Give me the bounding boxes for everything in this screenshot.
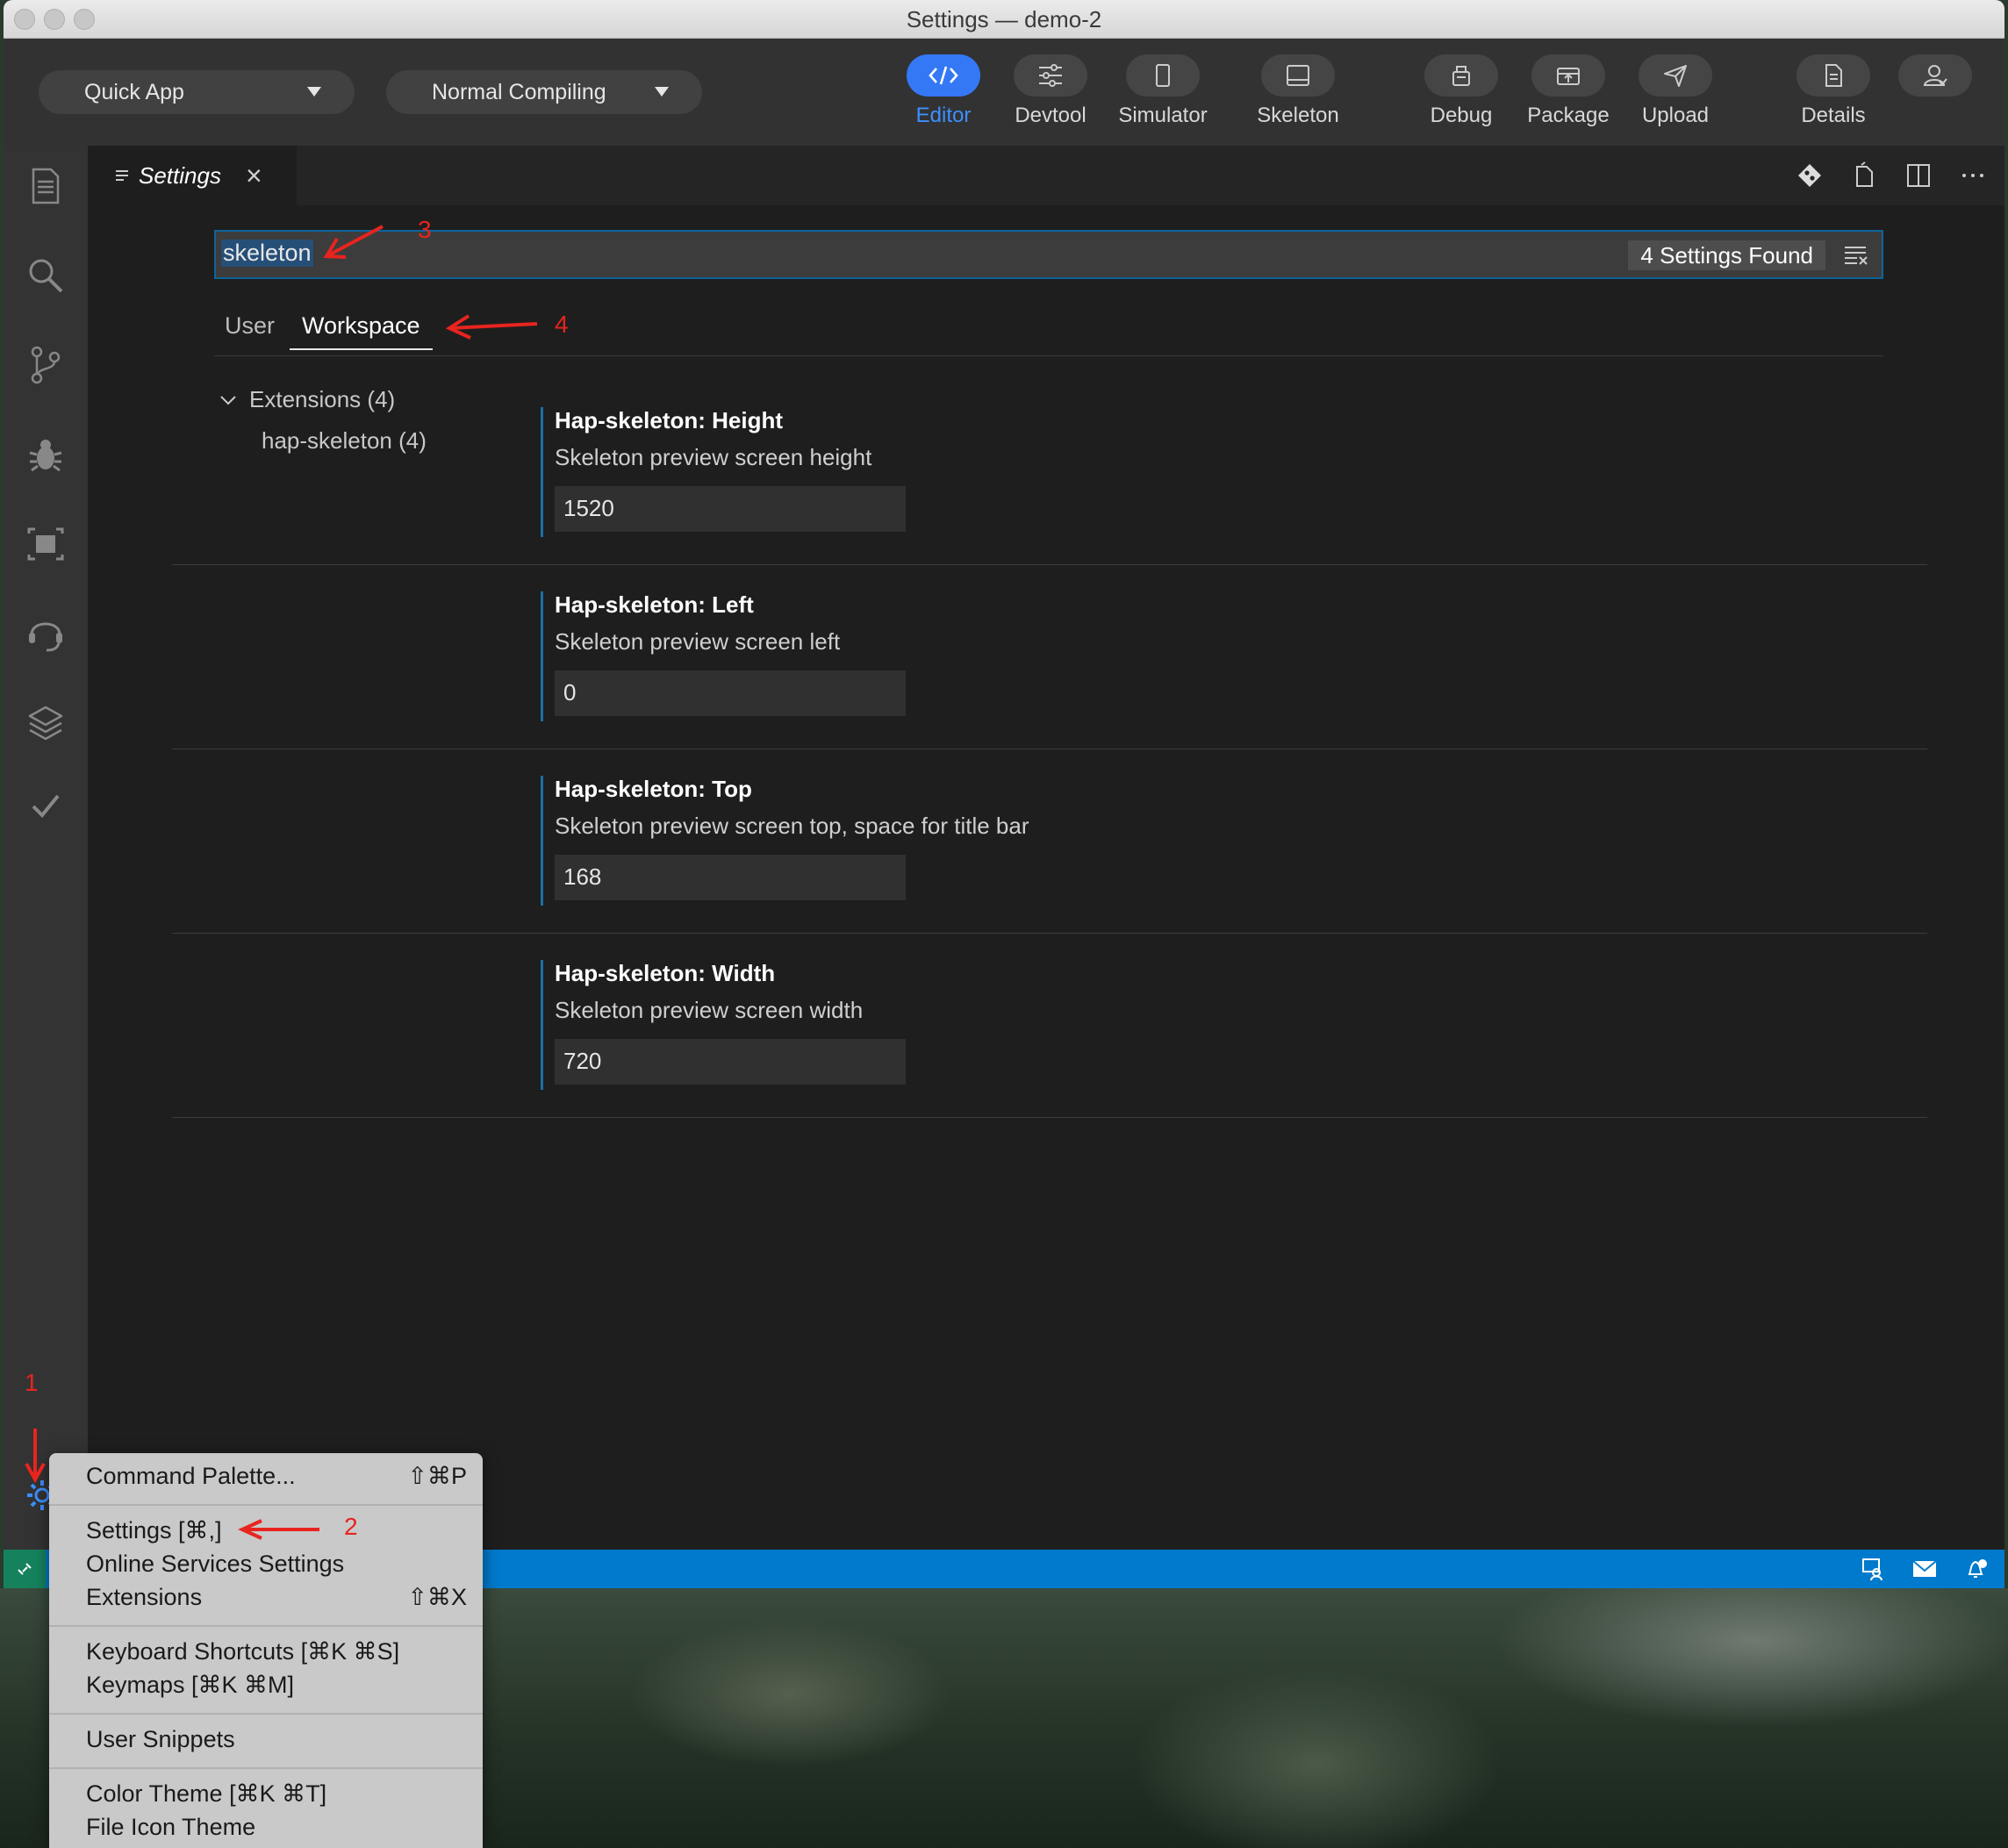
annotation-overlay xyxy=(25,225,538,1540)
annotation-number-2: 2 xyxy=(344,1513,358,1540)
annotation-arrow-2 xyxy=(238,1519,319,1540)
annotation-arrow-1 xyxy=(25,1429,46,1484)
annotation-arrow-3 xyxy=(323,225,384,259)
annotation-number-3: 3 xyxy=(418,216,432,243)
annotation-number-1: 1 xyxy=(25,1369,39,1396)
annotation-arrow-4 xyxy=(445,314,538,340)
annotation-number-4: 4 xyxy=(555,311,569,338)
